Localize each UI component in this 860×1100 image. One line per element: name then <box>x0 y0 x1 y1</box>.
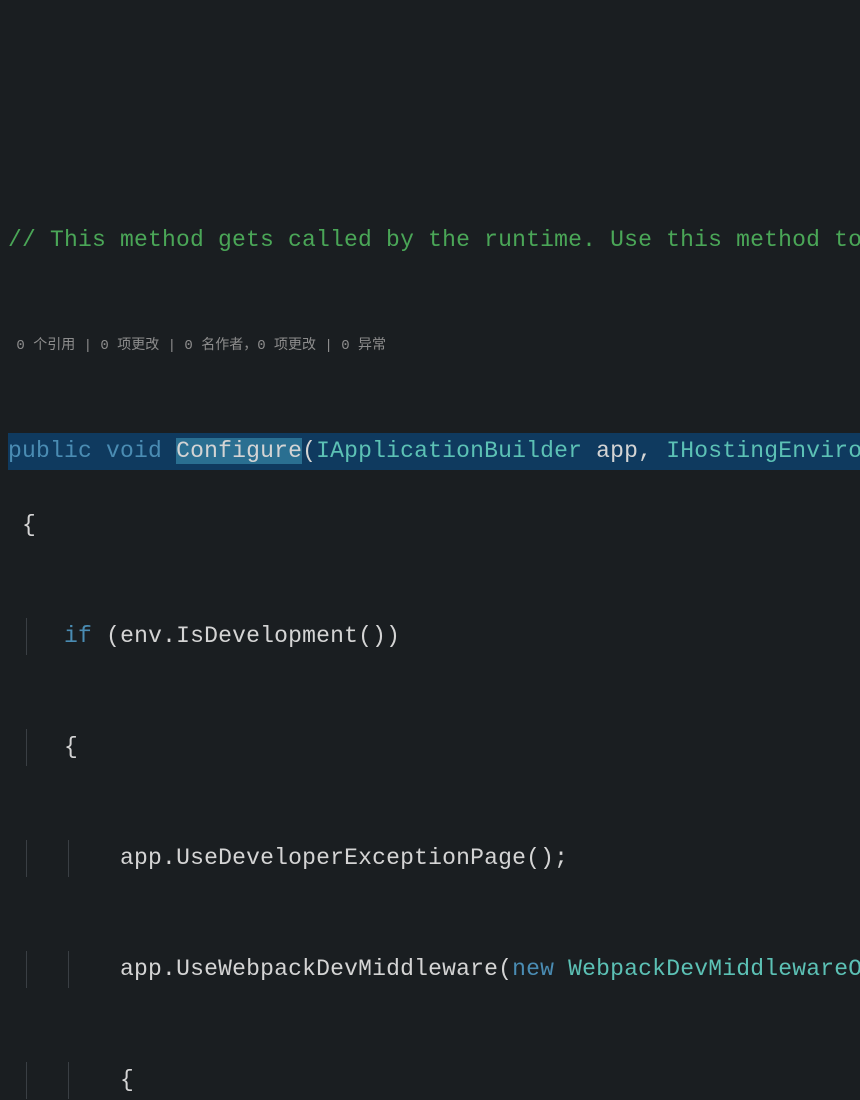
code-line-usedevex: app.UseDeveloperExceptionPage(); <box>8 840 860 877</box>
method-usewebpackdevmiddleware: UseWebpackDevMiddleware <box>176 956 498 982</box>
method-usedeveloperexceptionpage: UseDeveloperExceptionPage <box>176 845 526 871</box>
code-line-brace: { <box>8 1062 860 1099</box>
method-isdevelopment: IsDevelopment <box>176 623 358 649</box>
comma: , <box>638 438 666 464</box>
open-paren: ( <box>302 438 316 464</box>
keyword-new: new <box>512 956 554 982</box>
param2-type: IHostingEnvironment <box>666 438 860 464</box>
keyword-if: if <box>64 623 92 649</box>
method-name-selected[interactable]: Configure <box>176 438 302 464</box>
code-line-comment: // This method gets called by the runtim… <box>8 222 860 259</box>
code-editor[interactable]: // This method gets called by the runtim… <box>0 148 860 1100</box>
code-line-signature[interactable]: public void Configure(IApplicationBuilde… <box>8 433 860 470</box>
code-line-brace: { <box>8 729 860 766</box>
comment-text: // This method gets called by the runtim… <box>8 227 860 253</box>
keyword-public: public <box>8 438 92 464</box>
code-line-if: if (env.IsDevelopment()) <box>8 618 860 655</box>
type-webpackdevmiddlewareoptions: WebpackDevMiddlewareOptions <box>568 956 860 982</box>
codelens-text[interactable]: 0 个引用 | 0 项更改 | 0 名作者，0 项更改 | 0 异常 <box>16 338 386 354</box>
code-line-usewebpack: app.UseWebpackDevMiddleware(new WebpackD… <box>8 951 860 988</box>
param1-name: app <box>596 438 638 464</box>
open-brace: { <box>22 512 36 538</box>
param1-type: IApplicationBuilder <box>316 438 582 464</box>
code-line-brace: { <box>8 507 860 544</box>
codelens-row[interactable]: 0 个引用 | 0 项更改 | 0 名作者，0 项更改 | 0 异常 <box>8 333 860 359</box>
keyword-void: void <box>106 438 162 464</box>
ident-env: env <box>120 623 162 649</box>
